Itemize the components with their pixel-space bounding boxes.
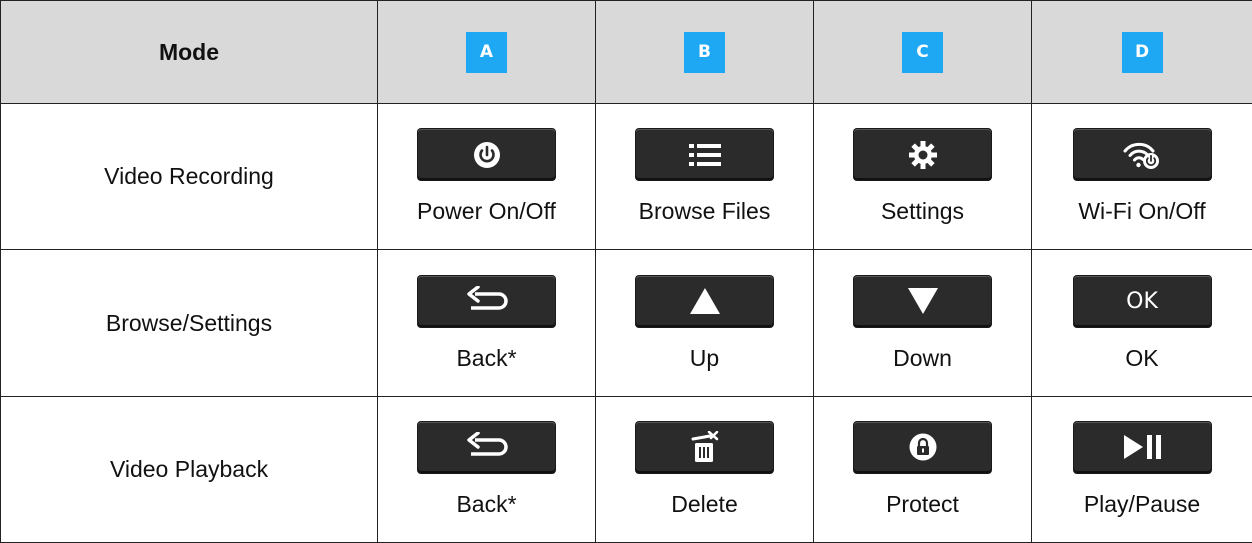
button-cell: Power On/Off — [377, 103, 596, 251]
button-cell: Play/Pause — [1031, 395, 1252, 543]
button-cell: Back* — [377, 249, 596, 397]
wifi-button[interactable] — [1073, 129, 1211, 181]
button-cell: Protect — [813, 395, 1032, 543]
button-label: Up — [689, 344, 720, 371]
table-header-row: Mode A B C D — [0, 0, 1252, 105]
play-pause-button[interactable] — [1073, 421, 1211, 473]
button-label: Protect — [886, 490, 959, 517]
letter-badge-a: A — [466, 31, 507, 73]
button-cell: Wi-Fi On/Off — [1031, 103, 1252, 251]
back-button[interactable] — [418, 421, 555, 473]
ok-button[interactable]: OK — [1073, 275, 1211, 327]
column-header-c: C — [813, 0, 1032, 105]
delete-button[interactable] — [636, 421, 773, 473]
table-row: Video Playback Back* Delete Protect Play… — [0, 395, 1252, 543]
button-label: Browse Files — [638, 198, 771, 225]
ok-icon: OK — [1126, 288, 1158, 314]
button-label: Down — [893, 344, 952, 371]
trash-icon — [691, 431, 718, 463]
button-label: Back* — [456, 490, 517, 517]
button-cell: Back* — [377, 395, 596, 543]
button-cell: OK OK — [1031, 249, 1252, 397]
power-button[interactable] — [418, 129, 555, 181]
up-triangle-icon — [689, 288, 720, 315]
button-label: Play/Pause — [1083, 490, 1201, 517]
button-label: Back* — [456, 344, 517, 371]
button-cell: Settings — [813, 103, 1032, 251]
button-cell: Browse Files — [595, 103, 814, 251]
back-button[interactable] — [418, 275, 555, 327]
table-row: Video Recording Power On/Off Browse File… — [0, 103, 1252, 251]
mode-name: Video Playback — [0, 395, 378, 543]
play-pause-icon — [1124, 435, 1161, 460]
browse-files-button[interactable] — [636, 129, 773, 181]
button-label: Wi-Fi On/Off — [1078, 198, 1206, 225]
up-button[interactable] — [636, 275, 773, 327]
list-icon — [688, 143, 721, 166]
button-label: OK — [1125, 344, 1159, 371]
mode-column-header: Mode — [0, 0, 378, 105]
protect-button[interactable] — [854, 421, 991, 473]
down-button[interactable] — [854, 275, 991, 327]
lock-icon — [909, 433, 936, 461]
button-label: Delete — [671, 490, 738, 517]
button-cell: Up — [595, 249, 814, 397]
button-cell: Delete — [595, 395, 814, 543]
button-label: Power On/Off — [417, 198, 556, 225]
mode-name: Browse/Settings — [0, 249, 378, 397]
button-mode-table: Mode A B C D Video Recording Power On/Of… — [0, 0, 1252, 543]
button-cell: Down — [813, 249, 1032, 397]
gear-icon — [908, 140, 937, 169]
column-header-d: D — [1031, 0, 1252, 105]
back-arrow-icon — [466, 286, 508, 310]
mode-name: Video Recording — [0, 103, 378, 251]
settings-button[interactable] — [854, 129, 991, 181]
button-label: Settings — [880, 198, 965, 225]
letter-badge-d: D — [1121, 31, 1163, 73]
column-header-b: B — [595, 0, 814, 105]
power-icon — [473, 141, 500, 168]
back-arrow-icon — [466, 432, 508, 457]
wifi-power-icon — [1123, 142, 1159, 169]
column-header-a: A — [377, 0, 596, 105]
letter-badge-b: B — [684, 31, 725, 73]
letter-badge-c: C — [902, 31, 943, 73]
down-triangle-icon — [907, 288, 938, 315]
table-row: Browse/Settings Back* Up Down OK OK — [0, 249, 1252, 397]
